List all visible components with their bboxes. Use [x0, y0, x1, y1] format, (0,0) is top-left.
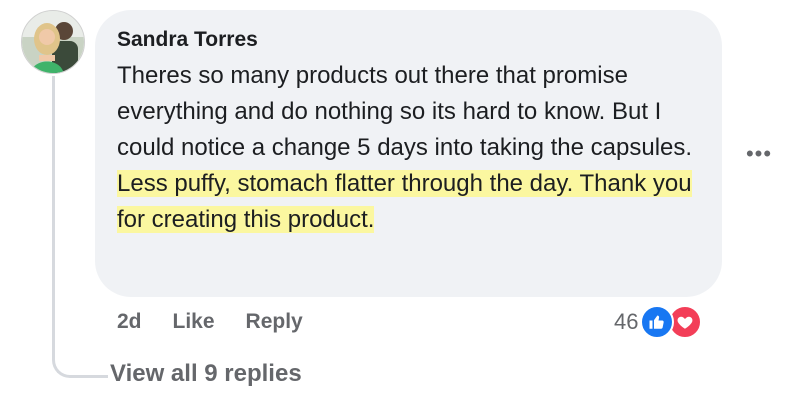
- comment-text: Theres so many products out there that p…: [117, 58, 702, 238]
- more-options-icon: •••: [745, 141, 773, 166]
- comment-text-highlighted: Less puffy, stomach flatter through the …: [117, 170, 692, 233]
- reaction-count: 46: [614, 309, 639, 334]
- avatar-photo-icon: [22, 11, 84, 73]
- comment-author-name[interactable]: Sandra Torres: [117, 26, 700, 54]
- like-icon: [640, 305, 675, 339]
- reactions-summary[interactable]: 46: [614, 305, 703, 339]
- avatar[interactable]: [21, 10, 85, 74]
- like-button[interactable]: Like: [173, 310, 215, 334]
- comment-timestamp[interactable]: 2d: [117, 310, 142, 334]
- comment-text-plain: Theres so many products out there that p…: [117, 62, 693, 161]
- more-options-button[interactable]: •••: [744, 141, 774, 166]
- comment-actions: 2d Like Reply: [117, 308, 334, 336]
- reply-button[interactable]: Reply: [246, 310, 303, 334]
- comment-thread: Sandra Torres Theres so many products ou…: [0, 0, 800, 402]
- comment-bubble: Sandra Torres Theres so many products ou…: [95, 10, 722, 297]
- view-all-replies-link[interactable]: View all 9 replies: [110, 360, 302, 388]
